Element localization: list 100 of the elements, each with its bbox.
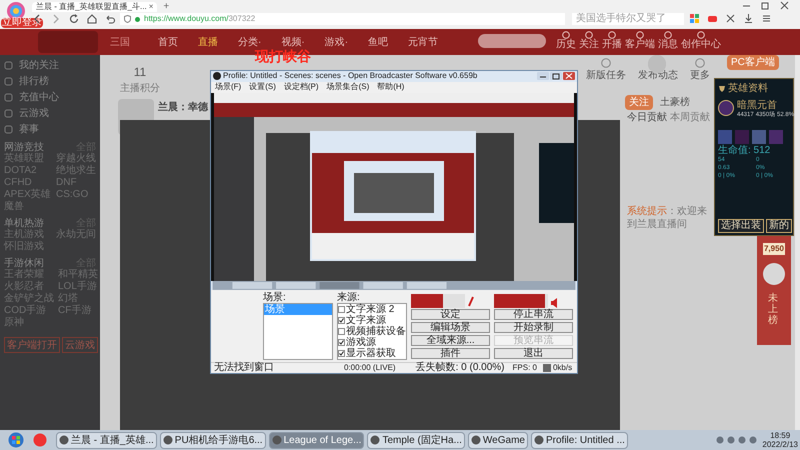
source-item[interactable]: 文字来源 [346,315,386,326]
checkbox[interactable] [338,317,345,324]
sidebar-item[interactable]: 排行榜 [19,74,49,88]
game-icon[interactable] [708,14,717,23]
fps-text: FPS: 0 [512,363,537,374]
source-item[interactable]: 游戏源 [346,337,376,348]
undo-icon[interactable] [104,13,116,25]
scissors-icon[interactable] [726,14,735,23]
source-item[interactable]: 显示器获取 [346,348,396,360]
nav-link[interactable]: 分类· [238,34,262,50]
panel-title: 英雄资料 [728,82,768,96]
address-bar[interactable]: https://www.douyu.com/307322 [120,13,565,25]
nav-link[interactable]: 首页 [158,34,178,50]
ability-icon [735,130,749,144]
close-icon[interactable] [563,72,575,80]
follow-button[interactable]: 关注 [625,95,653,110]
menu-icon[interactable] [762,14,771,23]
sources-label: 来源: [337,292,361,304]
checkbox[interactable] [338,350,345,358]
window-app-icon [59,435,69,445]
panel-button[interactable]: 新的 [766,219,792,233]
menu-item[interactable]: 帮助(H) [377,82,404,92]
clock-date: 2022/2/13 [762,440,798,449]
taskbar-window-button[interactable]: Temple (固定Ha... [367,432,465,448]
obs-button[interactable]: 停止串流 [494,309,573,320]
pc-client-button[interactable]: PC客户端 [727,55,779,70]
menu-item[interactable]: 设置(S) [249,82,276,92]
home-icon[interactable] [86,13,98,25]
microphone-icon[interactable] [467,296,475,308]
section-title: 网游竞技 [4,140,44,153]
download-icon[interactable] [744,14,753,23]
section-title: 手游休闲 [4,256,44,269]
action-link[interactable]: 更多 [690,68,710,83]
reload-icon[interactable] [68,13,80,25]
action-link[interactable]: 新版任务 [586,68,626,83]
nav-link[interactable]: 视频· [281,34,305,50]
window-app-icon [370,435,380,445]
rank-tab[interactable]: 本周贡献 [670,110,710,125]
close-icon[interactable] [780,1,789,10]
tool-link[interactable]: 创作中心 [681,39,721,50]
nav-link[interactable]: 直播 [198,34,218,50]
obs-button[interactable]: 设定 [411,309,490,320]
menu-item[interactable]: 场景集合(S) [326,82,370,92]
bitrate-text: 0kb/s [552,363,572,374]
status-message: 无法找到窗口 [214,363,274,374]
scrollbar[interactable] [795,55,800,430]
panel-button[interactable]: 选择出装 [718,219,764,233]
window-app-icon [272,435,282,445]
nav-link[interactable]: 鱼吧 [368,34,388,50]
streamer-name: 兰晨：幸德 [158,100,208,115]
new-tab-button[interactable]: + [163,2,170,12]
browser-tab[interactable]: 兰晨 - 直播_英雄联盟直播_斗... × [32,2,158,12]
tool-link[interactable]: 客户端 [625,39,655,50]
bitrate-indicator [542,364,551,372]
taskbar-window-button[interactable]: 兰晨 - 直播_英雄... [56,432,157,448]
obs-button[interactable]: 开始录制 [494,322,573,334]
maximize-icon[interactable] [550,72,562,80]
sidebar-item[interactable]: 赛事 [19,122,39,136]
sidebar-item[interactable]: 云游戏 [19,106,49,120]
action-icon [601,58,611,68]
minimize-icon[interactable] [537,72,549,80]
sidebar-item[interactable]: 充值中心 [19,90,59,104]
nav-link[interactable]: 游戏· [324,34,348,50]
obs-button[interactable]: 退出 [494,348,573,360]
scene-item[interactable]: 场景 [264,304,332,316]
restore-icon[interactable] [761,1,770,10]
speaker-icon[interactable] [550,298,559,308]
source-item[interactable]: 文字来源 2 [346,304,394,316]
tool-icon [562,31,570,39]
tool-link[interactable]: 开播 [602,39,622,50]
tool-link[interactable]: 关注 [579,39,599,50]
rank-tab[interactable]: 今日贡献 [627,110,667,125]
obs-button[interactable]: 全域来源... [411,335,490,346]
menu-item[interactable]: 设定档(P) [284,82,319,92]
site-search-field[interactable] [478,34,546,48]
tool-link[interactable]: 消息 [658,39,678,50]
nav-link[interactable]: 元宵节 [408,34,438,50]
taskbar-window-button[interactable]: WeGame [468,432,528,448]
apps-grid-icon[interactable] [690,14,699,23]
tool-icon [608,31,616,39]
close-tab-button[interactable]: × [148,2,154,12]
taskbar-window-button[interactable]: PU相机给手游电6... [160,432,266,448]
section-title: 单机热游 [4,216,44,229]
checkbox[interactable] [338,328,345,336]
tool-icon [636,31,644,39]
taskbar-window-button[interactable]: Profile: Untitled ... [530,432,628,448]
url-text: https://www.douyu.com/307322 [144,14,256,24]
obs-button[interactable]: 插件 [411,348,490,360]
ability-icon [752,130,766,144]
obs-button[interactable]: 编辑场景 [411,322,490,334]
sidebar-item[interactable]: 我的关注 [19,58,59,72]
menu-item[interactable]: 场景(F) [215,82,242,92]
hero-portrait-placeholder [718,100,734,116]
hero-name: 暗黑元首 [737,100,778,111]
taskbar-window-button[interactable]: League of Lege... [268,432,364,448]
window-app-icon [534,435,544,445]
tool-link[interactable]: 历史 [556,39,576,50]
checkbox[interactable] [338,339,345,346]
checkbox[interactable] [338,306,345,314]
source-item[interactable]: 视频捕获设备 [346,326,406,338]
